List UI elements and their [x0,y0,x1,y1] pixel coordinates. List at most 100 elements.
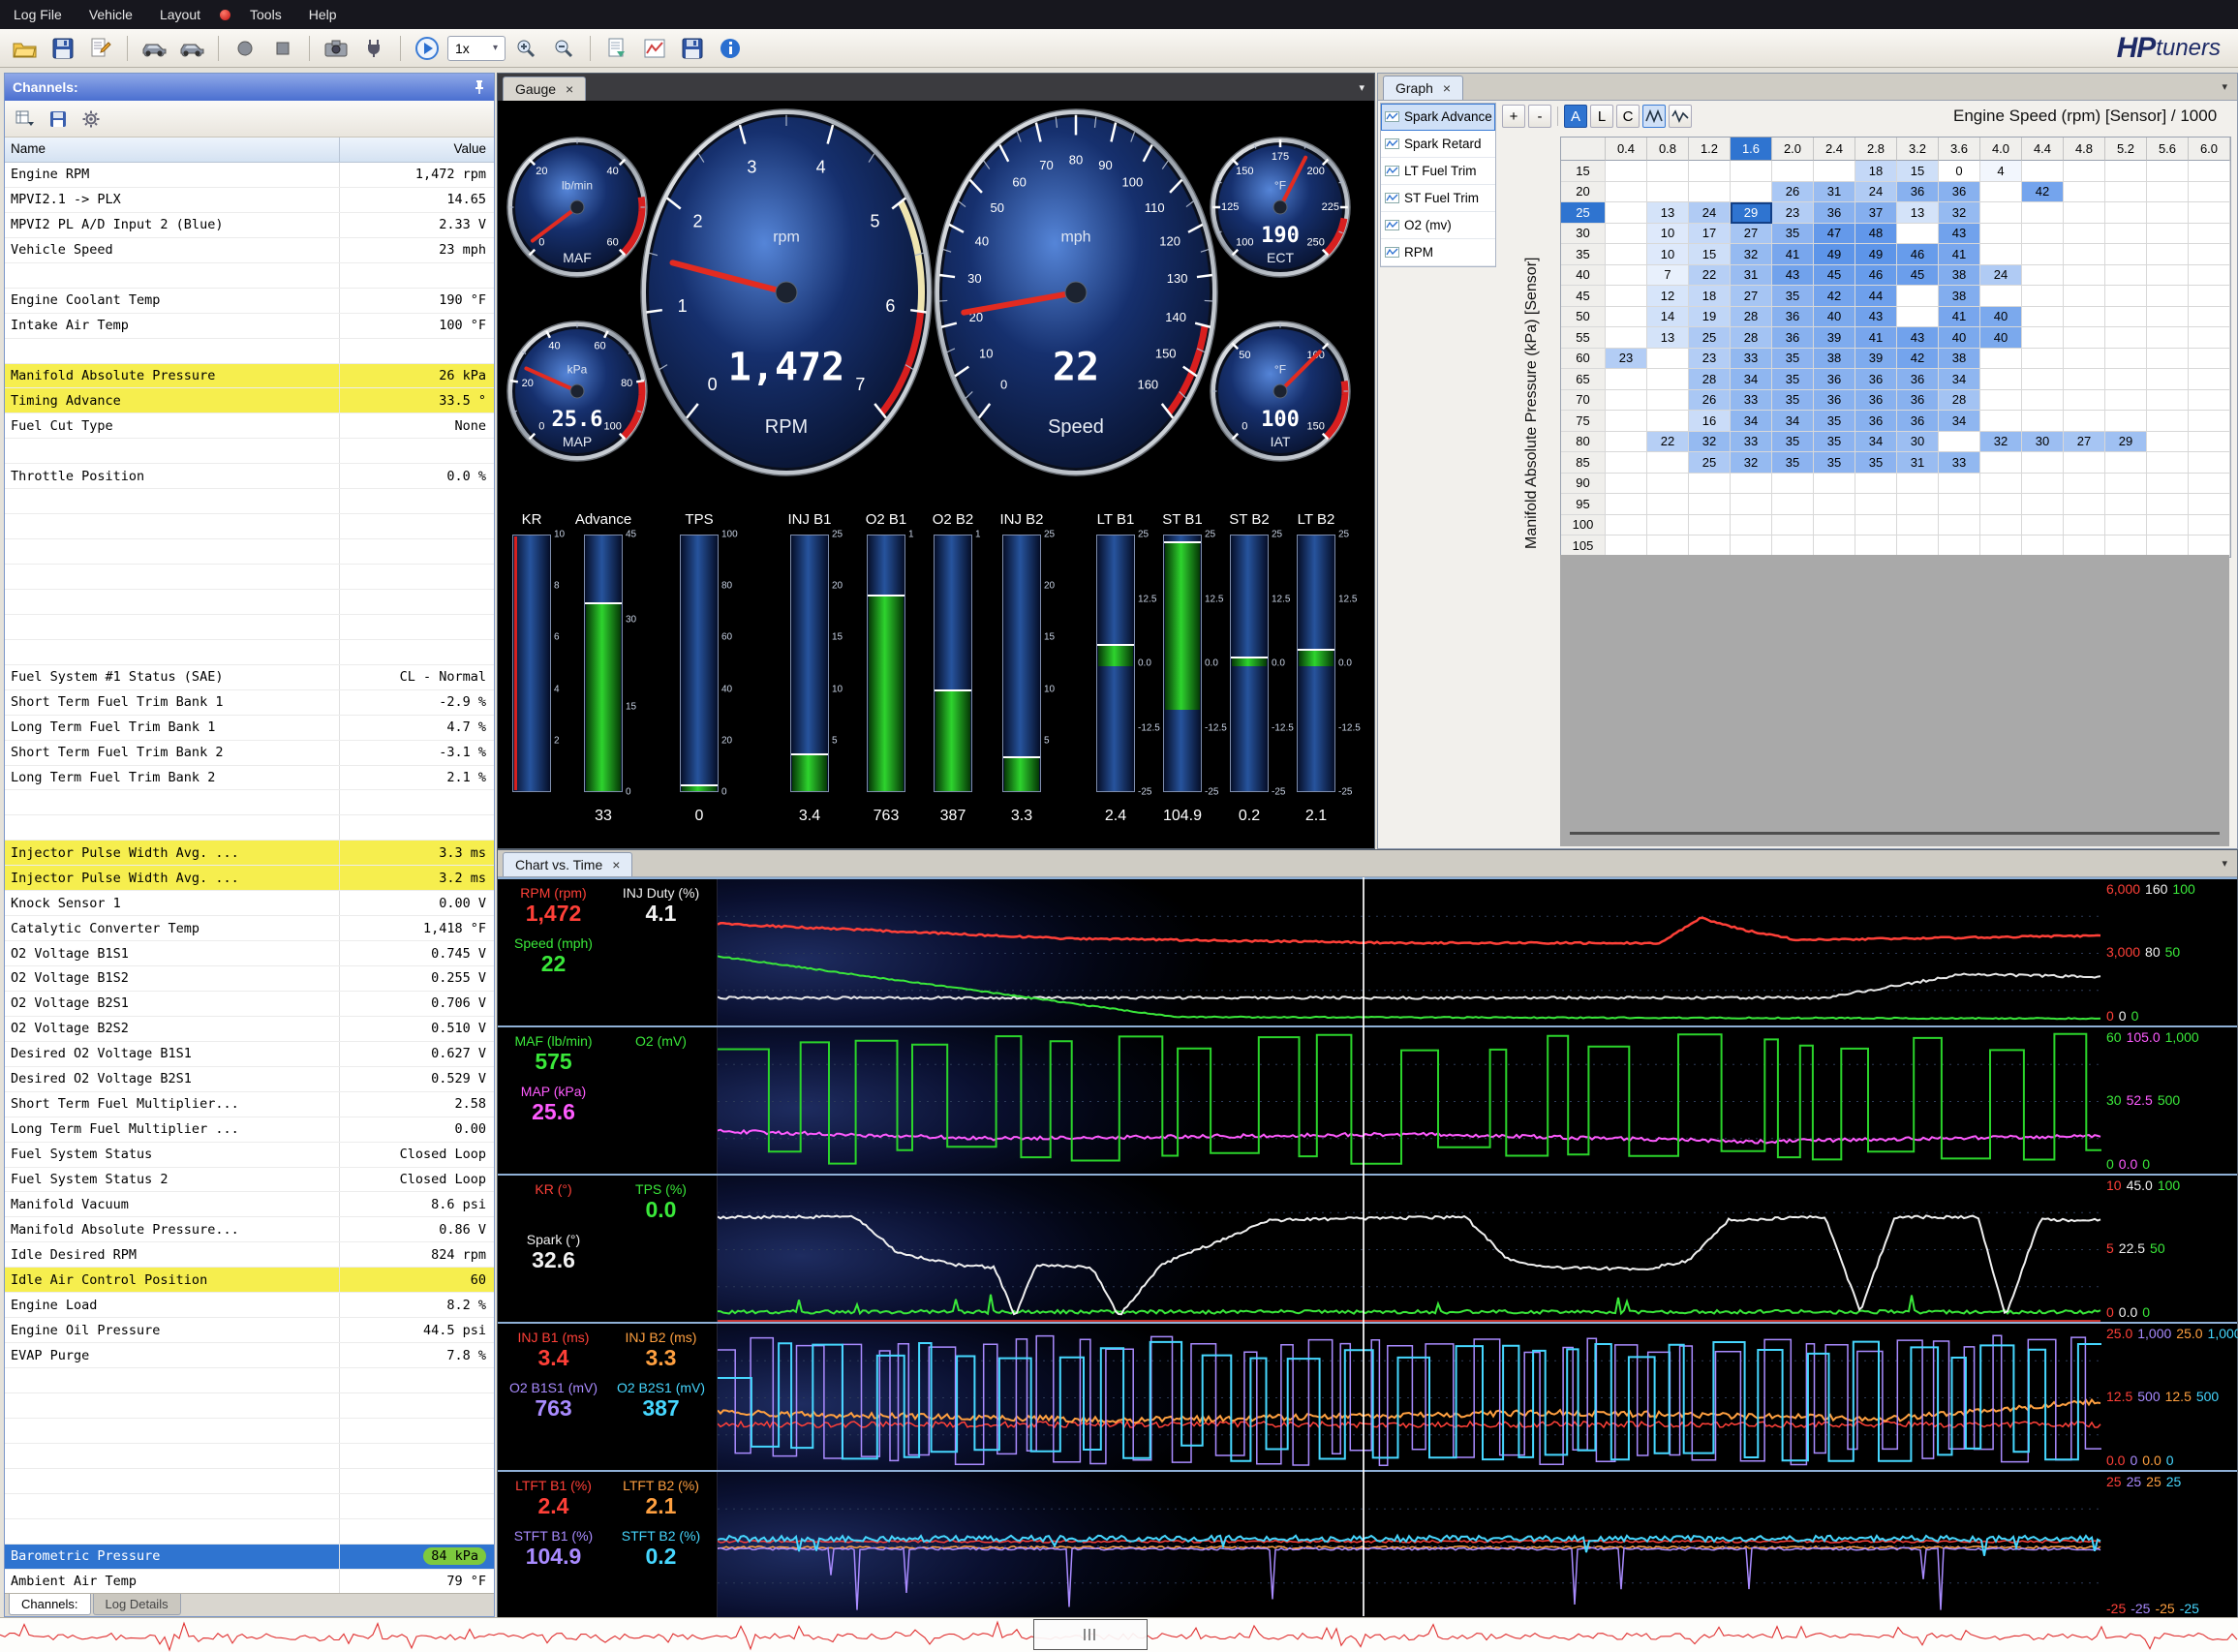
open-log-button[interactable] [8,33,43,64]
graph-cell[interactable] [2064,244,2105,265]
channel-row[interactable]: Throttle Position0.0 % [5,464,494,489]
graph-cell[interactable] [2105,182,2147,203]
graph-cell[interactable] [1855,494,1897,515]
channel-row[interactable] [5,1393,494,1419]
graph-cell[interactable]: 35 [1855,452,1897,474]
graph-cell[interactable] [2022,452,2064,474]
graph-cell[interactable] [1606,369,1647,390]
graph-cell[interactable] [2189,161,2230,182]
graph-cell[interactable]: 27 [2064,432,2105,453]
graph-cell[interactable]: 27 [1731,224,1772,245]
graph-cell[interactable] [1647,349,1689,370]
graph-cell[interactable]: 43 [1855,307,1897,328]
graph-cell[interactable]: 24 [1980,265,2022,287]
graph-row-header[interactable]: 75 [1561,411,1606,432]
graph-cell[interactable] [2147,244,2189,265]
channel-row[interactable] [5,790,494,815]
stop-button[interactable] [265,33,300,64]
graph-cell[interactable] [1606,452,1647,474]
export-log-button[interactable] [83,33,118,64]
graph-cell[interactable] [1731,535,1772,557]
graph-row-header[interactable]: 100 [1561,515,1606,536]
waveform-toggle-icon[interactable] [1642,105,1666,128]
graph-cell[interactable] [2064,265,2105,287]
waveform-alt-toggle-icon[interactable] [1669,105,1692,128]
graph-cell[interactable] [2147,515,2189,536]
graph-cell[interactable]: 31 [1814,182,1855,203]
close-icon[interactable]: × [1443,80,1451,96]
graph-cell[interactable]: 28 [1731,327,1772,349]
strip-plot[interactable] [717,1324,2101,1470]
graph-cell[interactable] [1897,515,1939,536]
graph-cell[interactable] [1689,474,1731,495]
graph-cell[interactable] [1814,474,1855,495]
graph-cell[interactable] [2022,265,2064,287]
channel-row[interactable]: Idle Air Control Position60 [5,1268,494,1293]
graph-cell[interactable] [2147,411,2189,432]
graph-cell[interactable]: 36 [1897,411,1939,432]
graph-cell[interactable] [1647,535,1689,557]
graph-cell[interactable] [1647,474,1689,495]
info-button[interactable] [713,33,748,64]
layer-o2-mv[interactable]: O2 (mv) [1381,212,1495,239]
graph-col-header[interactable]: 1.2 [1689,138,1731,161]
graph-cell[interactable] [2022,327,2064,349]
graph-cell[interactable]: 32 [1731,244,1772,265]
graph-row-header[interactable]: 20 [1561,182,1606,203]
channel-row[interactable] [5,815,494,841]
graph-row-header[interactable]: 50 [1561,307,1606,328]
graph-col-header[interactable]: 3.6 [1939,138,1980,161]
channel-row[interactable] [5,1519,494,1545]
channel-row[interactable]: Vehicle Speed23 mph [5,238,494,263]
save-layout-button[interactable] [675,33,710,64]
graph-cell[interactable] [2147,535,2189,557]
graph-cell[interactable] [1606,494,1647,515]
graph-cell[interactable] [2064,515,2105,536]
channel-row[interactable]: Injector Pulse Width Avg. ...3.2 ms [5,866,494,891]
channel-row[interactable]: MPVI2 PL A/D Input 2 (Blue)2.33 V [5,213,494,238]
graph-cell[interactable]: 28 [1731,307,1772,328]
graph-cell[interactable]: 12 [1647,286,1689,307]
graph-cell[interactable]: 46 [1897,244,1939,265]
channel-row[interactable] [5,263,494,289]
time-cursor[interactable] [1363,877,1364,1616]
graph-cell[interactable] [1689,535,1731,557]
graph-cell[interactable] [2189,244,2230,265]
channel-row[interactable] [5,339,494,364]
vehicle-write-button[interactable] [174,33,209,64]
layer-st-fuel-trim[interactable]: ST Fuel Trim [1381,185,1495,212]
graph-cell[interactable]: 10 [1647,224,1689,245]
graph-c-button[interactable]: C [1616,105,1640,128]
graph-cell[interactable]: 40 [1939,327,1980,349]
channel-row[interactable] [5,514,494,539]
graph-cell[interactable]: 41 [1772,244,1814,265]
graph-cell[interactable] [2022,349,2064,370]
graph-cell[interactable]: 34 [1731,369,1772,390]
graph-cell[interactable] [1606,182,1647,203]
graph-cell[interactable]: 36 [1897,369,1939,390]
graph-cell[interactable] [2022,244,2064,265]
graph-cell[interactable]: 43 [1897,327,1939,349]
strip-plot[interactable] [717,1472,2101,1618]
graph-cell[interactable]: 36 [1814,202,1855,224]
graph-cell[interactable] [2105,411,2147,432]
graph-cell[interactable] [2105,494,2147,515]
close-icon[interactable]: × [612,857,620,872]
graph-cell[interactable] [1731,494,1772,515]
channel-row[interactable]: Injector Pulse Width Avg. ...3.3 ms [5,841,494,866]
graph-cell[interactable]: 35 [1814,452,1855,474]
graph-cell[interactable] [2105,307,2147,328]
channel-row[interactable]: Short Term Fuel Trim Bank 1-2.9 % [5,690,494,716]
graph-cell[interactable] [1731,515,1772,536]
graph-cell[interactable] [2064,161,2105,182]
graph-cell[interactable] [1606,515,1647,536]
graph-cell[interactable] [1731,474,1772,495]
channel-row[interactable]: Long Term Fuel Trim Bank 22.1 % [5,766,494,791]
close-icon[interactable]: × [566,81,573,97]
channel-row[interactable]: Engine RPM1,472 rpm [5,163,494,188]
graph-cell[interactable]: 39 [1855,349,1897,370]
graph-cell[interactable]: 42 [1897,349,1939,370]
graph-cell[interactable]: 33 [1731,432,1772,453]
graph-cell[interactable] [2147,202,2189,224]
graph-cell[interactable] [1897,474,1939,495]
